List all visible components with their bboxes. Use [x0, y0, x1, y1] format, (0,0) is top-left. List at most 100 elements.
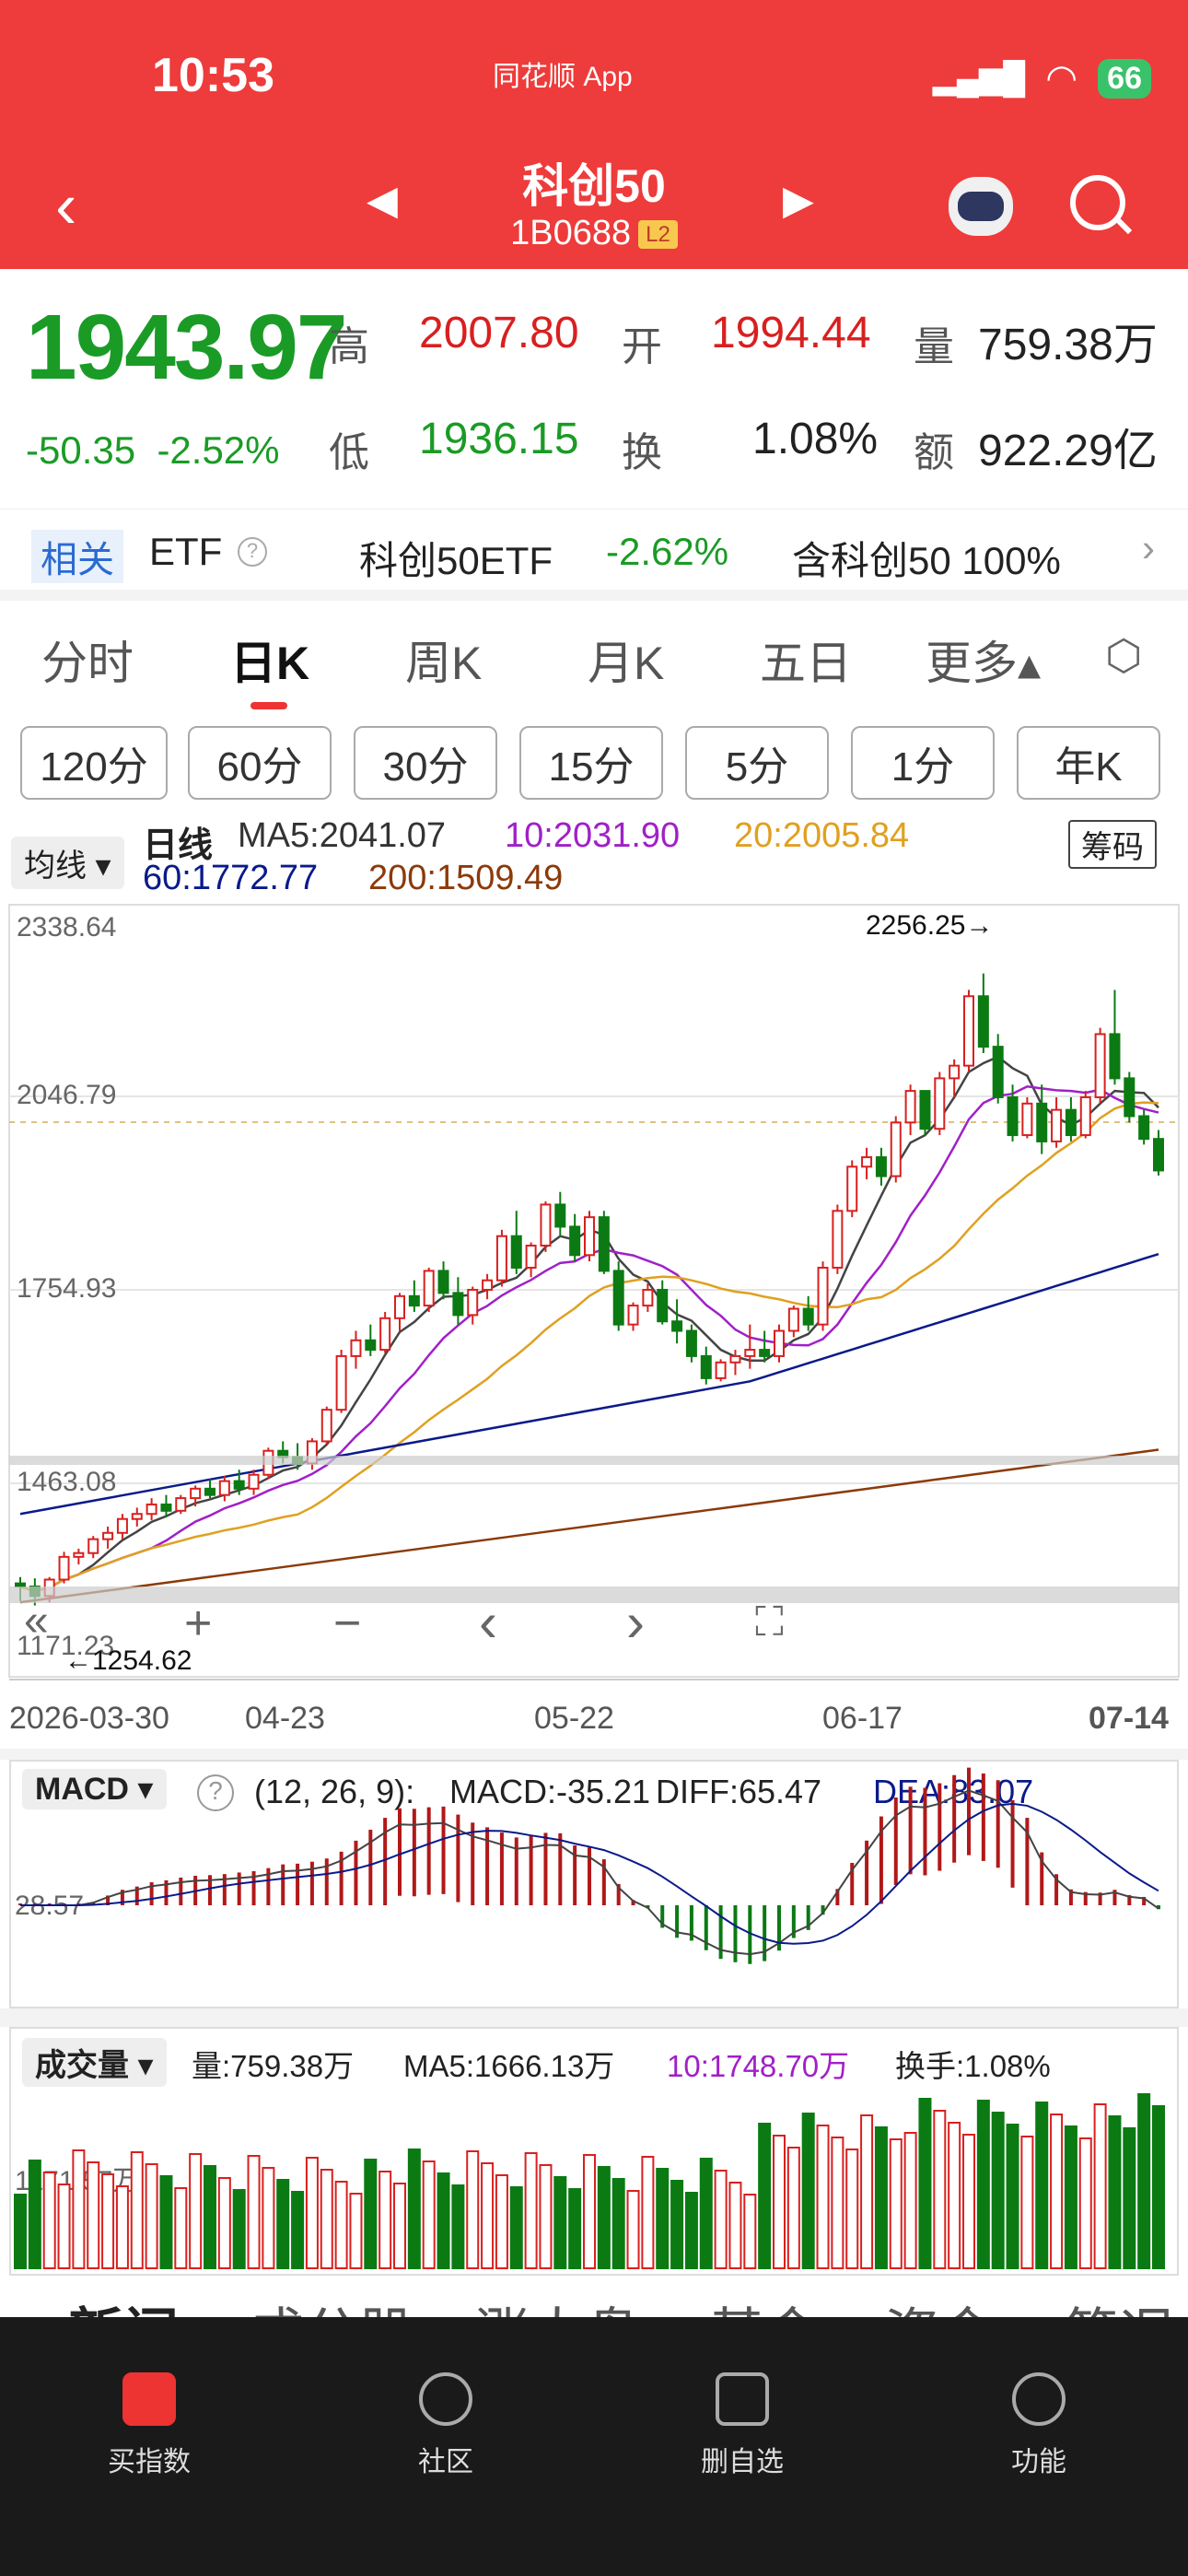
candle: [1021, 1102, 1033, 1137]
candle: [87, 1538, 99, 1554]
x-label: 05-22: [534, 1701, 614, 1736]
candle: [1094, 1033, 1106, 1098]
x-label: 07-14: [1089, 1701, 1169, 1736]
ma5-line: [19, 1055, 1159, 1593]
candle: [949, 1064, 961, 1080]
ma10-line: [19, 1085, 1159, 1593]
candle: [1079, 1095, 1091, 1137]
candle: [146, 1503, 157, 1516]
candle: [1036, 1102, 1048, 1142]
volume-axis-label: 1171.57万: [15, 2166, 141, 2196]
kline-chart: [8, 904, 1180, 1678]
candle: [131, 1513, 143, 1520]
high-marker: 2256.25→: [866, 910, 994, 941]
kline-y-label: 2046.79: [17, 1080, 117, 1110]
candle: [1153, 1138, 1164, 1172]
community-label: 社区: [418, 2447, 473, 2477]
volume-selector[interactable]: 成交量 ▾: [22, 2038, 167, 2087]
candle: [861, 1156, 873, 1168]
candle: [671, 1320, 683, 1332]
candle: [204, 1487, 215, 1496]
candle: [612, 1270, 624, 1326]
candle: [584, 1216, 595, 1257]
remove-watchlist-icon: [716, 2372, 769, 2426]
volume-ma5: MA5:1666.13万: [403, 2049, 615, 2083]
candle: [1065, 1108, 1077, 1137]
candle: [787, 1307, 799, 1332]
zoom-in-icon[interactable]: +: [184, 1596, 212, 1651]
zoom-out-icon[interactable]: −: [333, 1596, 361, 1651]
volume-turnover: 换手:1.08%: [895, 2049, 1051, 2083]
candle: [774, 1329, 785, 1357]
candle: [904, 1090, 916, 1124]
candle: [934, 1077, 946, 1130]
candle: [233, 1480, 245, 1490]
candle: [175, 1497, 187, 1512]
candle: [510, 1235, 522, 1269]
dea-value: DEA:83.07: [873, 1773, 1034, 1810]
section-gap: [0, 1749, 1188, 1760]
candle: [598, 1216, 610, 1272]
scroll-left-icon[interactable]: ‹: [479, 1590, 497, 1654]
ma200-line: [19, 1448, 1159, 1604]
candle: [642, 1288, 654, 1307]
scroll-left-fast-icon[interactable]: «: [24, 1596, 49, 1646]
candle: [423, 1270, 435, 1307]
community-button[interactable]: 社区: [354, 2372, 538, 2479]
candle: [685, 1329, 697, 1357]
macd-label: MACD: [35, 1772, 129, 1807]
candle: [58, 1555, 70, 1581]
candle: [700, 1354, 712, 1379]
candle: [335, 1354, 347, 1411]
help-icon[interactable]: ?: [197, 1774, 234, 1811]
candle: [437, 1270, 449, 1294]
volume-label: 成交量: [35, 2048, 129, 2083]
menu-icon: [1012, 2372, 1066, 2426]
volume-ma10: 10:1748.70万: [667, 2049, 850, 2083]
candle: [365, 1339, 377, 1352]
candle: [627, 1305, 639, 1326]
kline-y-label: 1463.08: [17, 1467, 117, 1497]
candle: [919, 1090, 931, 1130]
candle: [1109, 1033, 1121, 1080]
remove-watchlist-label: 删自选: [701, 2447, 784, 2477]
ma20-line: [19, 1101, 1159, 1593]
candle: [1007, 1095, 1019, 1137]
candle: [320, 1409, 332, 1443]
macd-params: (12, 26, 9):: [254, 1773, 415, 1810]
remove-watchlist-button[interactable]: 删自选: [650, 2372, 834, 2479]
candle: [890, 1121, 902, 1177]
candle: [875, 1156, 887, 1177]
candle: [379, 1317, 391, 1352]
buy-index-label: 买指数: [108, 2447, 191, 2477]
functions-button[interactable]: 功能: [947, 2372, 1131, 2479]
kline-y-label: 2338.64: [17, 912, 117, 943]
candle: [73, 1551, 85, 1558]
candle: [540, 1203, 552, 1247]
candle: [190, 1487, 202, 1500]
candle: [482, 1279, 494, 1291]
candle: [116, 1517, 128, 1534]
buy-icon: [122, 2372, 176, 2426]
x-label: 2026-03-30: [9, 1701, 169, 1736]
candle: [452, 1292, 464, 1317]
candle: [408, 1294, 420, 1307]
scroll-right-icon[interactable]: ›: [626, 1590, 645, 1654]
candle: [715, 1361, 727, 1379]
section-gap: [0, 2008, 1188, 2027]
macd-axis-label: 28.57: [15, 1891, 85, 1921]
candle: [1124, 1077, 1136, 1118]
candle: [759, 1349, 771, 1357]
macd-selector[interactable]: MACD ▾: [22, 1769, 167, 1809]
low-marker: ←1254.62: [64, 1645, 192, 1676]
fullscreen-icon[interactable]: ⛶: [755, 1599, 784, 1645]
candle: [657, 1288, 669, 1323]
diff-value: DIFF:65.47: [656, 1773, 822, 1810]
candle: [248, 1473, 260, 1490]
candle: [832, 1210, 844, 1269]
candle: [977, 995, 989, 1048]
buy-index-button[interactable]: 买指数: [57, 2372, 241, 2479]
candle: [160, 1503, 172, 1512]
x-label: 04-23: [245, 1701, 325, 1736]
candle: [729, 1354, 741, 1364]
